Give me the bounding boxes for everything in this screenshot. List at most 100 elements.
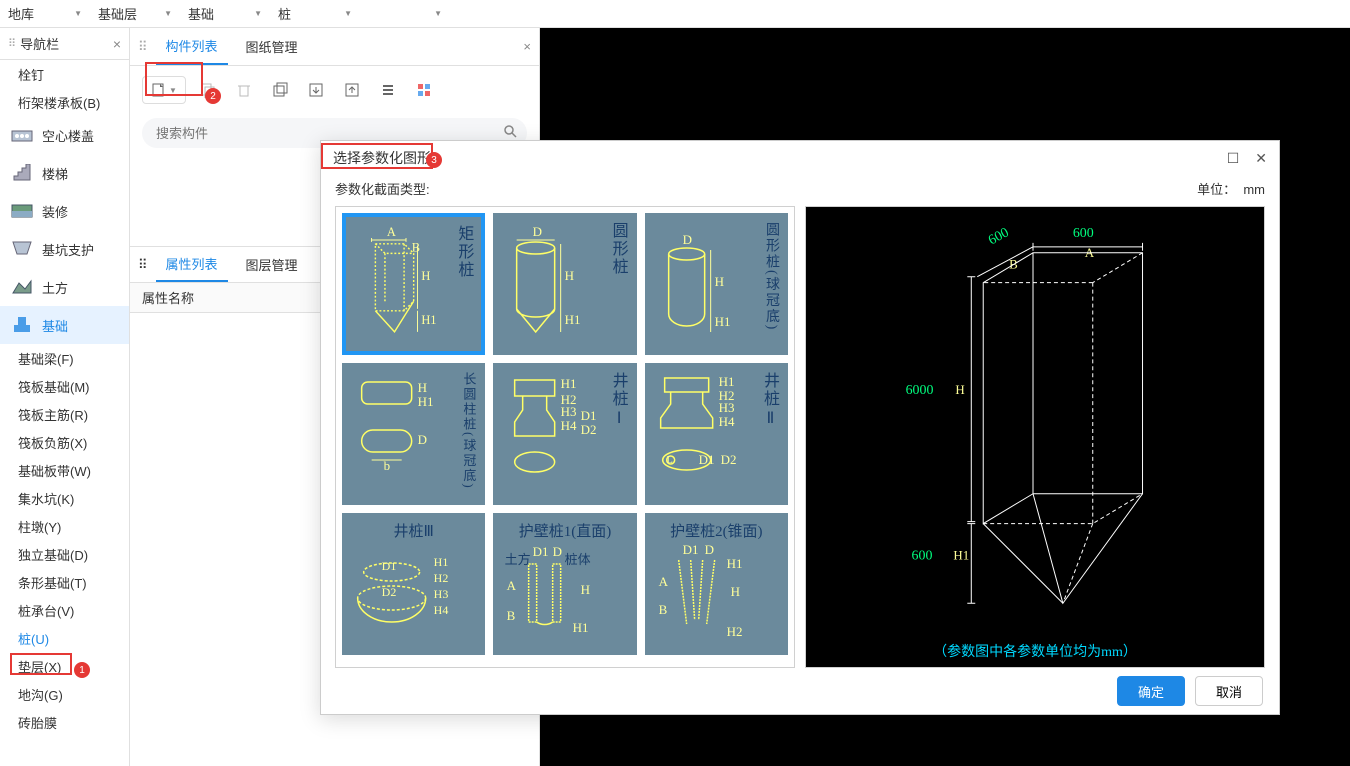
svg-text:H3: H3	[561, 404, 577, 419]
breadcrumb-item-3[interactable]: 桩▼	[270, 4, 360, 23]
ok-button[interactable]: 确定	[1117, 676, 1185, 706]
shape-tile-well-pile-1[interactable]: 井桩Ⅰ H1 H2 H3 H4 D1 D2	[493, 363, 636, 505]
search-icon[interactable]	[503, 124, 517, 141]
nav-earthwork[interactable]: 土方	[0, 268, 129, 306]
pit-support-icon	[10, 239, 34, 259]
list-button[interactable]	[374, 76, 402, 104]
dialog-subtitle-row: 参数化截面类型: 单位： mm	[321, 175, 1279, 206]
nav-child-3[interactable]: 筏板负筋(X)	[0, 428, 129, 456]
svg-text:H1: H1	[953, 548, 969, 563]
nav-child-1[interactable]: 筏板基础(M)	[0, 372, 129, 400]
svg-text:H1: H1	[573, 620, 589, 635]
shape-tile-well-pile-3[interactable]: 井桩Ⅲ D1 D2 H1 H2 H3 H4	[342, 513, 485, 655]
svg-text:6000: 6000	[906, 383, 934, 398]
close-icon[interactable]: ✕	[1255, 150, 1267, 167]
svg-text:H: H	[714, 274, 723, 289]
subtitle-label: 参数化截面类型:	[335, 179, 430, 198]
shape-tile-well-pile-2[interactable]: 井桩Ⅱ L H1 H2 H3 H4 D1D2	[645, 363, 788, 505]
hollow-slab-icon	[10, 125, 34, 145]
tab-component-list[interactable]: 构件列表	[156, 28, 228, 65]
nav-hollow-slab[interactable]: 空心楼盖	[0, 116, 129, 154]
svg-text:H1: H1	[726, 556, 742, 571]
breadcrumb-item-0[interactable]: 地库▼	[0, 4, 90, 23]
nav-child-6[interactable]: 柱墩(Y)	[0, 512, 129, 540]
svg-text:A: A	[387, 225, 396, 239]
badge-2: 2	[205, 88, 221, 104]
import-button[interactable]	[302, 76, 330, 104]
svg-text:D1: D1	[698, 452, 714, 467]
tab-layer-mgmt[interactable]: 图层管理	[236, 247, 308, 282]
svg-text:H4: H4	[718, 414, 734, 429]
nav-child-9[interactable]: 桩承台(V)	[0, 596, 129, 624]
svg-text:A: A	[658, 574, 668, 589]
nav-child-7[interactable]: 独立基础(D)	[0, 540, 129, 568]
nav-stairs[interactable]: 楼梯	[0, 154, 129, 192]
shape-tile-round-pile[interactable]: 圆形桩 D H H1	[493, 213, 636, 355]
breadcrumb-item-1[interactable]: 基础层▼	[90, 4, 180, 23]
svg-text:H1: H1	[714, 314, 730, 329]
export-button[interactable]	[338, 76, 366, 104]
maximize-icon[interactable]: ☐	[1227, 150, 1240, 167]
dialog-footer: 确定 取消	[321, 668, 1279, 714]
tab-drawing-mgmt[interactable]: 图纸管理	[236, 28, 308, 65]
svg-text:H1: H1	[434, 555, 449, 569]
chevron-down-icon: ▼	[164, 9, 172, 18]
chevron-down-icon: ▼	[74, 9, 82, 18]
nav-child-0[interactable]: 基础梁(F)	[0, 344, 129, 372]
svg-text:土方: 土方	[505, 552, 531, 567]
highlight-box-3	[321, 143, 433, 169]
delete-button[interactable]	[230, 76, 258, 104]
nav-foundation[interactable]: 基础	[0, 306, 129, 344]
nav-decoration[interactable]: 装修	[0, 192, 129, 230]
nav-child-8[interactable]: 条形基础(T)	[0, 568, 129, 596]
svg-text:D: D	[682, 232, 691, 247]
close-icon[interactable]: ×	[523, 39, 531, 54]
svg-text:B: B	[507, 608, 516, 623]
layer-copy-button[interactable]	[266, 76, 294, 104]
svg-text:H: H	[581, 582, 590, 597]
dim-a-value: 600	[1073, 226, 1094, 241]
grip-icon[interactable]: ⠿	[138, 39, 148, 55]
breadcrumb-item-4[interactable]: ▼	[360, 9, 450, 18]
svg-text:H: H	[421, 269, 430, 283]
chevron-down-icon: ▼	[344, 9, 352, 18]
svg-text:H1: H1	[418, 394, 434, 409]
decoration-icon	[10, 201, 34, 221]
shape-tile-rect-pile[interactable]: 矩形桩 A B H H1	[342, 213, 485, 355]
dialog-body: 矩形桩 A B H H1 圆形桩 D	[321, 206, 1279, 668]
svg-text:H4: H4	[561, 418, 577, 433]
highlight-box-2	[145, 62, 203, 96]
close-icon[interactable]: ×	[113, 36, 121, 52]
grip-icon[interactable]: ⠿	[138, 257, 148, 273]
nav-child-5[interactable]: 集水坑(K)	[0, 484, 129, 512]
nav-child-2[interactable]: 筏板主筋(R)	[0, 400, 129, 428]
badge-1: 1	[74, 662, 90, 678]
svg-text:600: 600	[986, 226, 1012, 249]
shape-tile-long-cylinder[interactable]: 长圆柱桩(球冠底) H H1 D b	[342, 363, 485, 505]
nav-top-0[interactable]: 栓钉	[0, 60, 129, 88]
nav-child-12[interactable]: 地沟(G)	[0, 680, 129, 708]
grip-icon[interactable]: ⠿	[8, 37, 16, 50]
shape-tile-round-pile-sphere[interactable]: 圆形桩(球冠底) D H H1	[645, 213, 788, 355]
nav-child-13[interactable]: 砖胎膜	[0, 708, 129, 736]
breadcrumb-item-2[interactable]: 基础▼	[180, 4, 270, 23]
stairs-icon	[10, 163, 34, 183]
grid-button[interactable]	[410, 76, 438, 104]
shape-tile-wall-pile-1[interactable]: 护壁桩1(直面) 土方 桩体 D1D A B H H1	[493, 513, 636, 655]
nav-child-pile[interactable]: 桩(U)	[0, 624, 129, 652]
chevron-down-icon: ▼	[254, 9, 262, 18]
svg-text:H: H	[730, 584, 739, 599]
cancel-button[interactable]: 取消	[1195, 676, 1263, 706]
nav-child-4[interactable]: 基础板带(W)	[0, 456, 129, 484]
nav-pit-support[interactable]: 基坑支护	[0, 230, 129, 268]
mid-tabs: ⠿ 构件列表 图纸管理 ×	[130, 28, 539, 66]
svg-text:D: D	[533, 224, 542, 239]
svg-text:B: B	[658, 602, 667, 617]
tab-attr-list[interactable]: 属性列表	[156, 247, 228, 282]
svg-text:H: H	[418, 380, 427, 395]
svg-text:H: H	[565, 268, 574, 283]
svg-text:H2: H2	[434, 571, 449, 585]
svg-text:B: B	[412, 241, 420, 255]
nav-top-1[interactable]: 桁架楼承板(B)	[0, 88, 129, 116]
shape-tile-wall-pile-2[interactable]: 护壁桩2(锥面) D1D A B H1 H H2	[645, 513, 788, 655]
